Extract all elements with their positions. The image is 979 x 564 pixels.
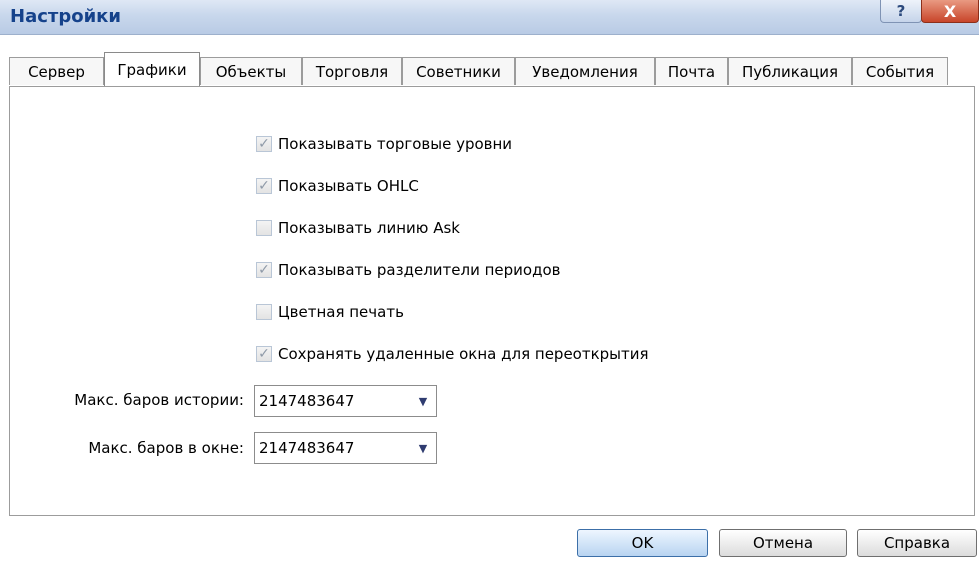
option-show-ask-line[interactable]: Показывать линию Ask (256, 217, 460, 239)
tab-objects[interactable]: Объекты (200, 57, 302, 85)
chevron-down-icon[interactable]: ▼ (410, 442, 436, 455)
option-save-deleted-windows[interactable]: ✓ Сохранять удаленные окна для переоткры… (256, 343, 649, 365)
tab-email[interactable]: Почта (655, 57, 728, 85)
option-label: Показывать линию Ask (278, 219, 460, 237)
option-label: Показывать торговые уровни (278, 135, 513, 153)
max-bars-history-value: 2147483647 (259, 392, 355, 410)
tab-publication[interactable]: Публикация (728, 57, 852, 85)
option-show-ohlc[interactable]: ✓ Показывать OHLC (256, 175, 419, 197)
tab-experts[interactable]: Советники (402, 57, 515, 85)
option-color-print[interactable]: Цветная печать (256, 301, 404, 323)
checkbox[interactable]: ✓ (256, 136, 272, 152)
chevron-down-icon[interactable]: ▼ (410, 395, 436, 408)
checkbox[interactable] (256, 304, 272, 320)
checkbox[interactable] (256, 220, 272, 236)
tab-server[interactable]: Сервер (9, 57, 104, 85)
ok-button[interactable]: OK (577, 529, 708, 557)
window-title: Настройки (10, 6, 122, 27)
close-icon[interactable]: X (921, 0, 979, 23)
tab-notifications[interactable]: Уведомления (515, 57, 655, 85)
tab-events[interactable]: События (852, 57, 948, 85)
checkbox[interactable]: ✓ (256, 178, 272, 194)
help-button[interactable]: Справка (857, 529, 977, 557)
option-label: Показывать OHLC (278, 177, 419, 195)
max-bars-history-label: Макс. баров истории: (74, 391, 244, 409)
max-bars-history-combo[interactable]: 2147483647 ▼ (254, 385, 437, 417)
title-bar: Настройки ? X (0, 0, 979, 35)
help-icon[interactable]: ? (880, 0, 922, 23)
max-bars-window-combo[interactable]: 2147483647 ▼ (254, 432, 437, 464)
option-label: Показывать разделители периодов (278, 261, 561, 279)
cancel-button[interactable]: Отмена (719, 529, 847, 557)
tab-charts[interactable]: Графики (104, 52, 200, 86)
max-bars-window-value: 2147483647 (259, 439, 355, 457)
option-show-trade-levels[interactable]: ✓ Показывать торговые уровни (256, 133, 512, 155)
tab-trade[interactable]: Торговля (302, 57, 402, 85)
option-show-period-separators[interactable]: ✓ Показывать разделители периодов (256, 259, 560, 281)
max-bars-window-label: Макс. баров в окне: (88, 439, 244, 457)
option-label: Сохранять удаленные окна для переоткрыти… (278, 345, 649, 363)
option-label: Цветная печать (278, 303, 404, 321)
checkbox[interactable]: ✓ (256, 346, 272, 362)
checkbox[interactable]: ✓ (256, 262, 272, 278)
